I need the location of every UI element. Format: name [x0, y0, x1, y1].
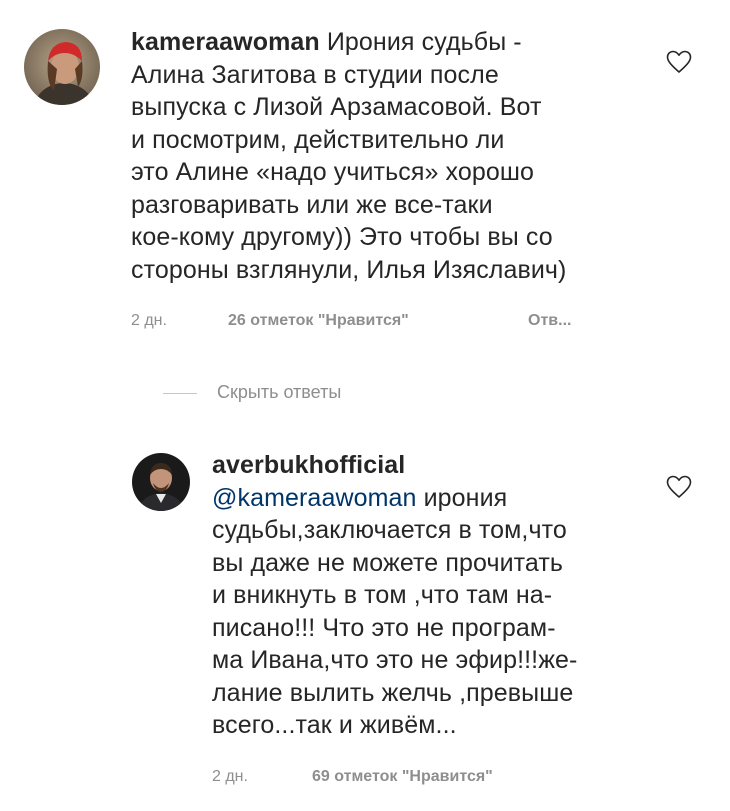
reply-text-line: ма Ивана,что это не эфир!!!же- [212, 646, 578, 674]
comment-text-line: выпуска с Лизой Арзамасовой. Вот [131, 93, 542, 121]
reply-meta: 2 дн. 69 отметок "Нравится" [212, 768, 632, 790]
reply-text-line: всего...так и живём... [212, 711, 457, 739]
reply-text: averbukhofficial @kameraawoman ирония су… [212, 449, 577, 742]
comment-like-count[interactable]: 26 отметок "Нравится" [228, 312, 409, 330]
comment-text-line: кое-кому другому)) Это чтобы вы со [131, 223, 553, 251]
comment-text-line: стороны взглянули, Илья Изяславич) [131, 255, 567, 284]
reply-text-line: писано!!! Что это не програм- [212, 613, 556, 642]
hide-replies-label[interactable]: Скрыть ответы [217, 382, 341, 403]
reply-like-count[interactable]: 69 отметок "Нравится" [312, 768, 493, 786]
reply-text-line: и вникнуть в том ,что там на- [212, 581, 553, 609]
mention-link[interactable]: @kameraawoman [212, 484, 417, 512]
heart-outline-icon[interactable] [666, 475, 692, 499]
comment-text-line: и посмотрим, действительно ли [131, 125, 505, 154]
avatar[interactable] [132, 453, 190, 511]
reply-text-line: ирония [416, 483, 508, 512]
divider [163, 393, 197, 394]
reply-username[interactable]: averbukhofficial [212, 449, 577, 482]
comment-timestamp: 2 дн. [131, 312, 167, 329]
reply-text-line: вы даже не можете прочитать [212, 548, 564, 577]
reply-timestamp: 2 дн. [212, 768, 248, 785]
comment-text-line: Алина Загитова в студии после [131, 60, 499, 89]
reply-button[interactable]: Отв... [528, 312, 571, 330]
comment-text-line: разговаривать или же все-таки [131, 190, 493, 219]
comment-text-line: Ирония судьбы - [326, 28, 522, 56]
avatar[interactable] [24, 29, 100, 105]
comment-text: kameraawoman Ирония судьбы - Алина Загит… [131, 26, 566, 286]
reply-text-line: лание вылить желчь ,превыше [212, 678, 574, 707]
reply-text-line: судьбы,заключается в том,что [212, 516, 567, 544]
heart-outline-icon[interactable] [666, 50, 692, 74]
comment-text-line: это Алине «надо учиться» хорошо [131, 158, 535, 186]
comment-username[interactable]: kameraawoman [131, 28, 320, 56]
comment-meta: 2 дн. 26 отметок "Нравится" Отв... [131, 312, 651, 334]
